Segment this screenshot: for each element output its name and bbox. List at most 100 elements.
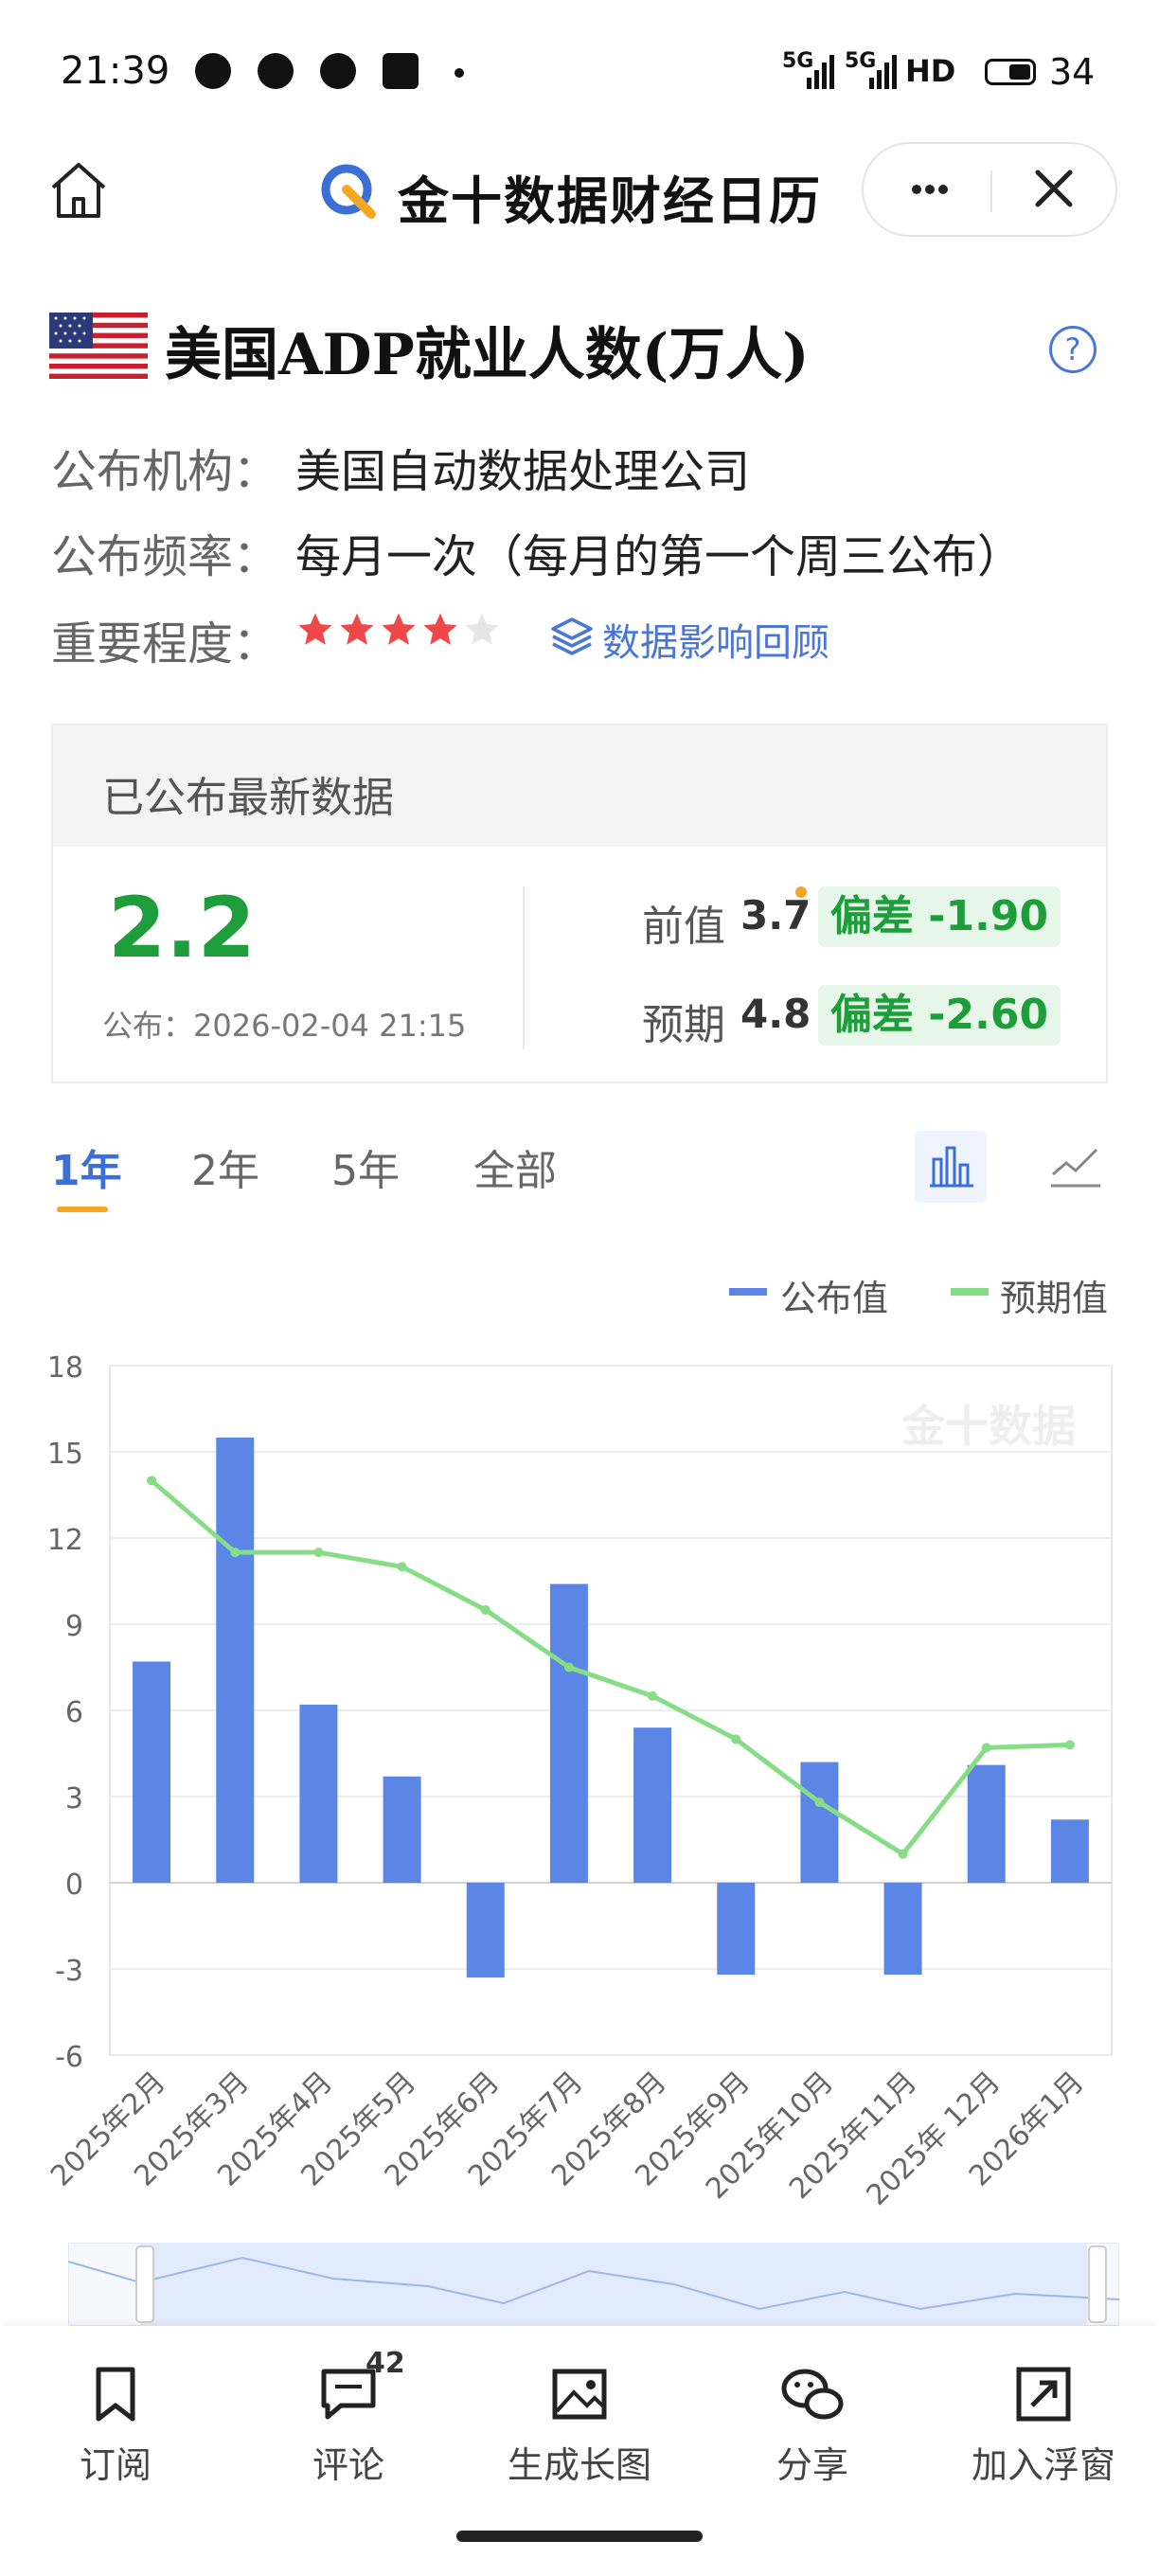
long-image-button[interactable]: 生成长图 bbox=[475, 2364, 684, 2488]
tab-all[interactable]: 全部 bbox=[473, 1136, 557, 1197]
chat-app-icon bbox=[195, 53, 231, 89]
signal-bars-icon bbox=[807, 55, 834, 89]
expected-point bbox=[1064, 1740, 1075, 1750]
more-icon[interactable] bbox=[864, 144, 990, 235]
page-title: 金十数据财经日历 bbox=[398, 171, 822, 231]
star-empty-icon bbox=[465, 613, 499, 645]
bar bbox=[133, 1661, 171, 1883]
close-icon[interactable] bbox=[992, 144, 1115, 235]
layers-icon[interactable] bbox=[549, 616, 595, 657]
expected-point bbox=[480, 1604, 490, 1615]
bar bbox=[216, 1437, 255, 1883]
bar bbox=[883, 1883, 922, 1976]
home-indicator[interactable] bbox=[456, 2531, 703, 2542]
y-tick-label: -3 bbox=[55, 1955, 83, 1988]
expected-point bbox=[313, 1547, 324, 1558]
revision-dot-icon bbox=[795, 886, 807, 898]
indicator-title: 美国ADP就业人数(万人) bbox=[165, 322, 810, 388]
latest-card-header: 已公布最新数据 bbox=[53, 725, 1106, 847]
latest-card-title: 已公布最新数据 bbox=[102, 774, 394, 822]
publisher-label: 公布机构： bbox=[51, 445, 279, 498]
previous-deviation-badge: 偏差 -1.90 bbox=[818, 886, 1061, 947]
comment-label: 评论 bbox=[312, 2444, 384, 2486]
star-filled-icon bbox=[382, 613, 416, 645]
battery-icon bbox=[985, 59, 1036, 85]
notification-dot-icon bbox=[455, 68, 464, 78]
y-tick-label: 12 bbox=[47, 1524, 83, 1557]
line-chart-icon[interactable] bbox=[1042, 1133, 1108, 1199]
expected-point bbox=[563, 1662, 574, 1673]
expected-point bbox=[147, 1476, 157, 1486]
home-icon[interactable] bbox=[45, 157, 112, 224]
expected-point bbox=[230, 1547, 241, 1558]
star-filled-icon bbox=[298, 613, 332, 645]
subscribe-button[interactable]: 订阅 bbox=[11, 2364, 220, 2488]
signal-bars-icon bbox=[869, 55, 897, 89]
help-icon[interactable]: ? bbox=[1049, 326, 1097, 373]
y-tick-label: 3 bbox=[65, 1782, 83, 1816]
forecast-deviation-badge: 偏差 -2.60 bbox=[818, 985, 1061, 1046]
publish-time: 公布：2026-02-04 21:15 bbox=[102, 1008, 467, 1044]
bar bbox=[967, 1764, 1006, 1883]
y-tick-label: 18 bbox=[47, 1351, 83, 1385]
legend-expected-swatch bbox=[951, 1288, 989, 1296]
share-label: 分享 bbox=[776, 2444, 848, 2486]
us-flag-icon bbox=[49, 313, 148, 379]
bar bbox=[299, 1704, 338, 1883]
mini-program-capsule bbox=[862, 142, 1117, 237]
message-app-icon bbox=[320, 53, 356, 89]
network-type: HD bbox=[905, 53, 956, 89]
long-image-label: 生成长图 bbox=[507, 2444, 651, 2486]
previous-label: 前值 bbox=[642, 903, 725, 951]
publisher-value: 美国自动数据处理公司 bbox=[295, 445, 751, 498]
jin10-logo-icon bbox=[321, 164, 376, 219]
float-window-icon bbox=[1016, 2367, 1071, 2422]
y-tick-label: 6 bbox=[65, 1696, 83, 1729]
star-filled-icon bbox=[423, 613, 457, 645]
status-time: 21:39 bbox=[61, 49, 170, 93]
expected-point bbox=[731, 1734, 741, 1744]
comment-button[interactable]: 42 评论 bbox=[244, 2347, 453, 2488]
tab-5-year[interactable]: 5年 bbox=[331, 1136, 400, 1197]
bar bbox=[633, 1727, 672, 1883]
tab-2-year[interactable]: 2年 bbox=[191, 1136, 259, 1197]
forecast-value: 4.8 bbox=[740, 991, 811, 1037]
expected-point bbox=[648, 1690, 658, 1701]
latest-data-card: 已公布最新数据 2.2 公布：2026-02-04 21:15 前值 3.7 偏… bbox=[51, 724, 1108, 1083]
chart-watermark: 金十数据 bbox=[900, 1401, 1076, 1452]
bar-chart-icon[interactable] bbox=[915, 1131, 987, 1203]
frequency-value: 每月一次（每月的第一个周三公布） bbox=[295, 530, 1024, 583]
impact-review-link[interactable]: 数据影响回顾 bbox=[602, 612, 829, 667]
bookmark-icon bbox=[96, 2367, 135, 2422]
previous-value: 3.7 bbox=[740, 892, 811, 939]
bird-app-icon bbox=[258, 53, 294, 89]
tab-1-year[interactable]: 1年 bbox=[51, 1136, 122, 1197]
bar bbox=[383, 1776, 421, 1883]
bar bbox=[549, 1583, 588, 1883]
legend-actual-label[interactable]: 公布值 bbox=[780, 1269, 888, 1321]
y-tick-label: -6 bbox=[55, 2041, 83, 2074]
tab-active-indicator bbox=[57, 1207, 108, 1212]
expected-point bbox=[981, 1743, 991, 1753]
importance-label: 重要程度： bbox=[51, 617, 279, 671]
legend-expected-label[interactable]: 预期值 bbox=[1000, 1269, 1108, 1321]
expected-line bbox=[150, 1478, 1071, 1857]
bar bbox=[466, 1883, 505, 1978]
adp-chart: 金十数据1815129630-3-62025年2月2025年3月2025年4月2… bbox=[45, 1351, 1113, 2212]
y-tick-label: 0 bbox=[65, 1869, 83, 1902]
float-window-button[interactable]: 加入浮窗 bbox=[939, 2364, 1148, 2488]
range-slider[interactable] bbox=[68, 2243, 1119, 2326]
y-tick-label: 9 bbox=[65, 1610, 83, 1643]
card-divider bbox=[523, 886, 525, 1049]
frequency-label: 公布频率： bbox=[51, 530, 279, 583]
importance-stars bbox=[295, 610, 504, 657]
figure-app-icon bbox=[383, 53, 419, 89]
battery-level: 34 bbox=[1049, 51, 1096, 93]
share-button[interactable]: 分享 bbox=[708, 2364, 917, 2488]
legend-actual-swatch bbox=[729, 1288, 767, 1296]
expected-point bbox=[814, 1798, 825, 1808]
bar bbox=[800, 1762, 839, 1883]
float-window-label: 加入浮窗 bbox=[971, 2444, 1115, 2486]
range-handle-left bbox=[135, 2245, 154, 2323]
range-handle-right bbox=[1088, 2245, 1107, 2323]
